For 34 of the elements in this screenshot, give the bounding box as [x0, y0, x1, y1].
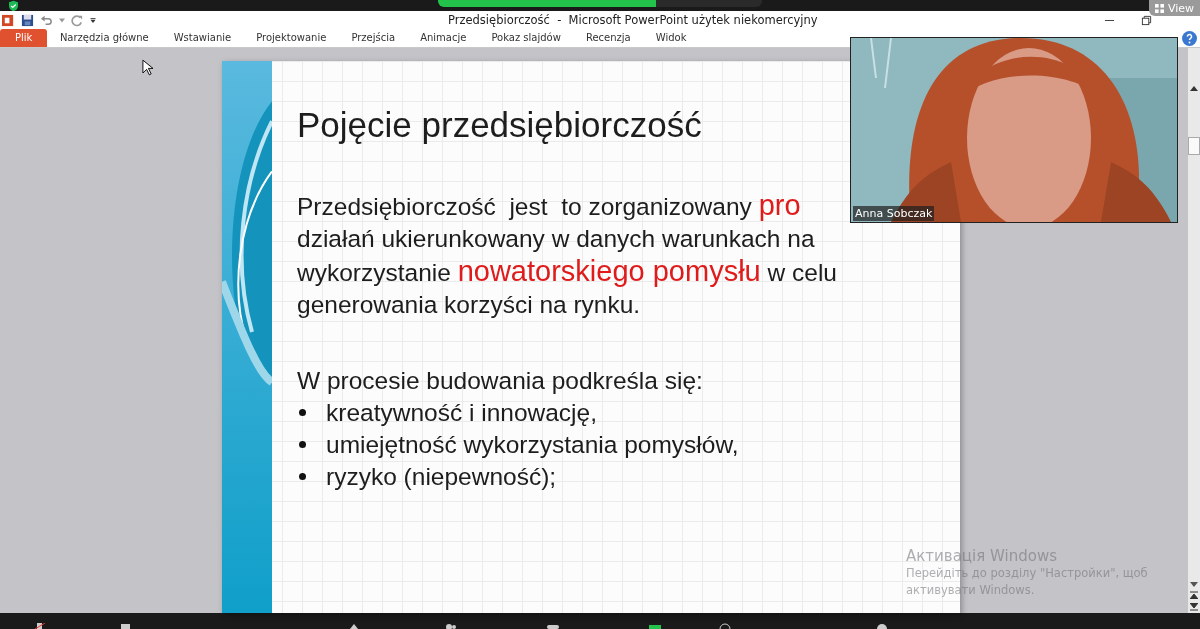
bullet-icon: [299, 409, 306, 417]
ribbon-tab[interactable]: Projektowanie: [243, 28, 339, 47]
bullet-icon: [299, 473, 306, 481]
next-slide-icon[interactable]: [1190, 602, 1198, 611]
bullet-text: ryzyko (niepewność);: [326, 461, 557, 492]
ribbon-tab[interactable]: Recenzja: [573, 28, 644, 47]
customize-icon[interactable]: [90, 17, 96, 23]
help-icon[interactable]: [1182, 30, 1197, 46]
scroll-thumb[interactable]: [1188, 136, 1200, 155]
ribbon-tab[interactable]: Animacje: [407, 28, 479, 47]
participant-name: Anna Sobczak: [853, 206, 935, 221]
grid-icon: [1154, 3, 1164, 13]
redo-icon[interactable]: [71, 13, 84, 27]
scroll-down-icon[interactable]: [1190, 581, 1198, 587]
bullet-text: umiejętność wykorzystania pomysłów,: [326, 429, 739, 460]
window-title: Przedsiębiorczość - Microsoft PowerPoint użytek niekomercyjny: [448, 13, 818, 28]
slide-text: W procesie budowania podkreśla się:: [297, 365, 704, 396]
dropdown-icon[interactable]: [59, 17, 65, 23]
bullet-text: kreatywność i innowację,: [326, 397, 597, 428]
undo-icon[interactable]: [40, 13, 53, 27]
ribbon-tab[interactable]: Przejścia: [338, 28, 408, 47]
save-icon[interactable]: [21, 13, 34, 27]
previous-slide-icon[interactable]: [1190, 590, 1198, 599]
slide-paragraph: Przedsiębiorczość jest to zorganizowany pro działań ukierunkowany w danych warunkach na wykorzystanie nowatorskiego pomysłu w celu generowania korzyści na rynku.: [297, 188, 837, 320]
ribbon-tab[interactable]: Wstawianie: [161, 28, 244, 47]
restore-icon[interactable]: [1141, 14, 1152, 26]
ribbon-tab[interactable]: Widok: [643, 28, 699, 47]
bullet-icon: [299, 441, 306, 449]
ribbon-tab[interactable]: Pokaz slajdów: [478, 28, 574, 47]
ribbon-tab[interactable]: Narzędzia główne: [47, 28, 162, 47]
scrollbar[interactable]: [1188, 47, 1200, 613]
scroll-up-icon[interactable]: [1190, 85, 1198, 91]
cursor-icon: [142, 58, 153, 76]
slide-title: Pojęcie przedsiębiorczość: [297, 104, 703, 146]
